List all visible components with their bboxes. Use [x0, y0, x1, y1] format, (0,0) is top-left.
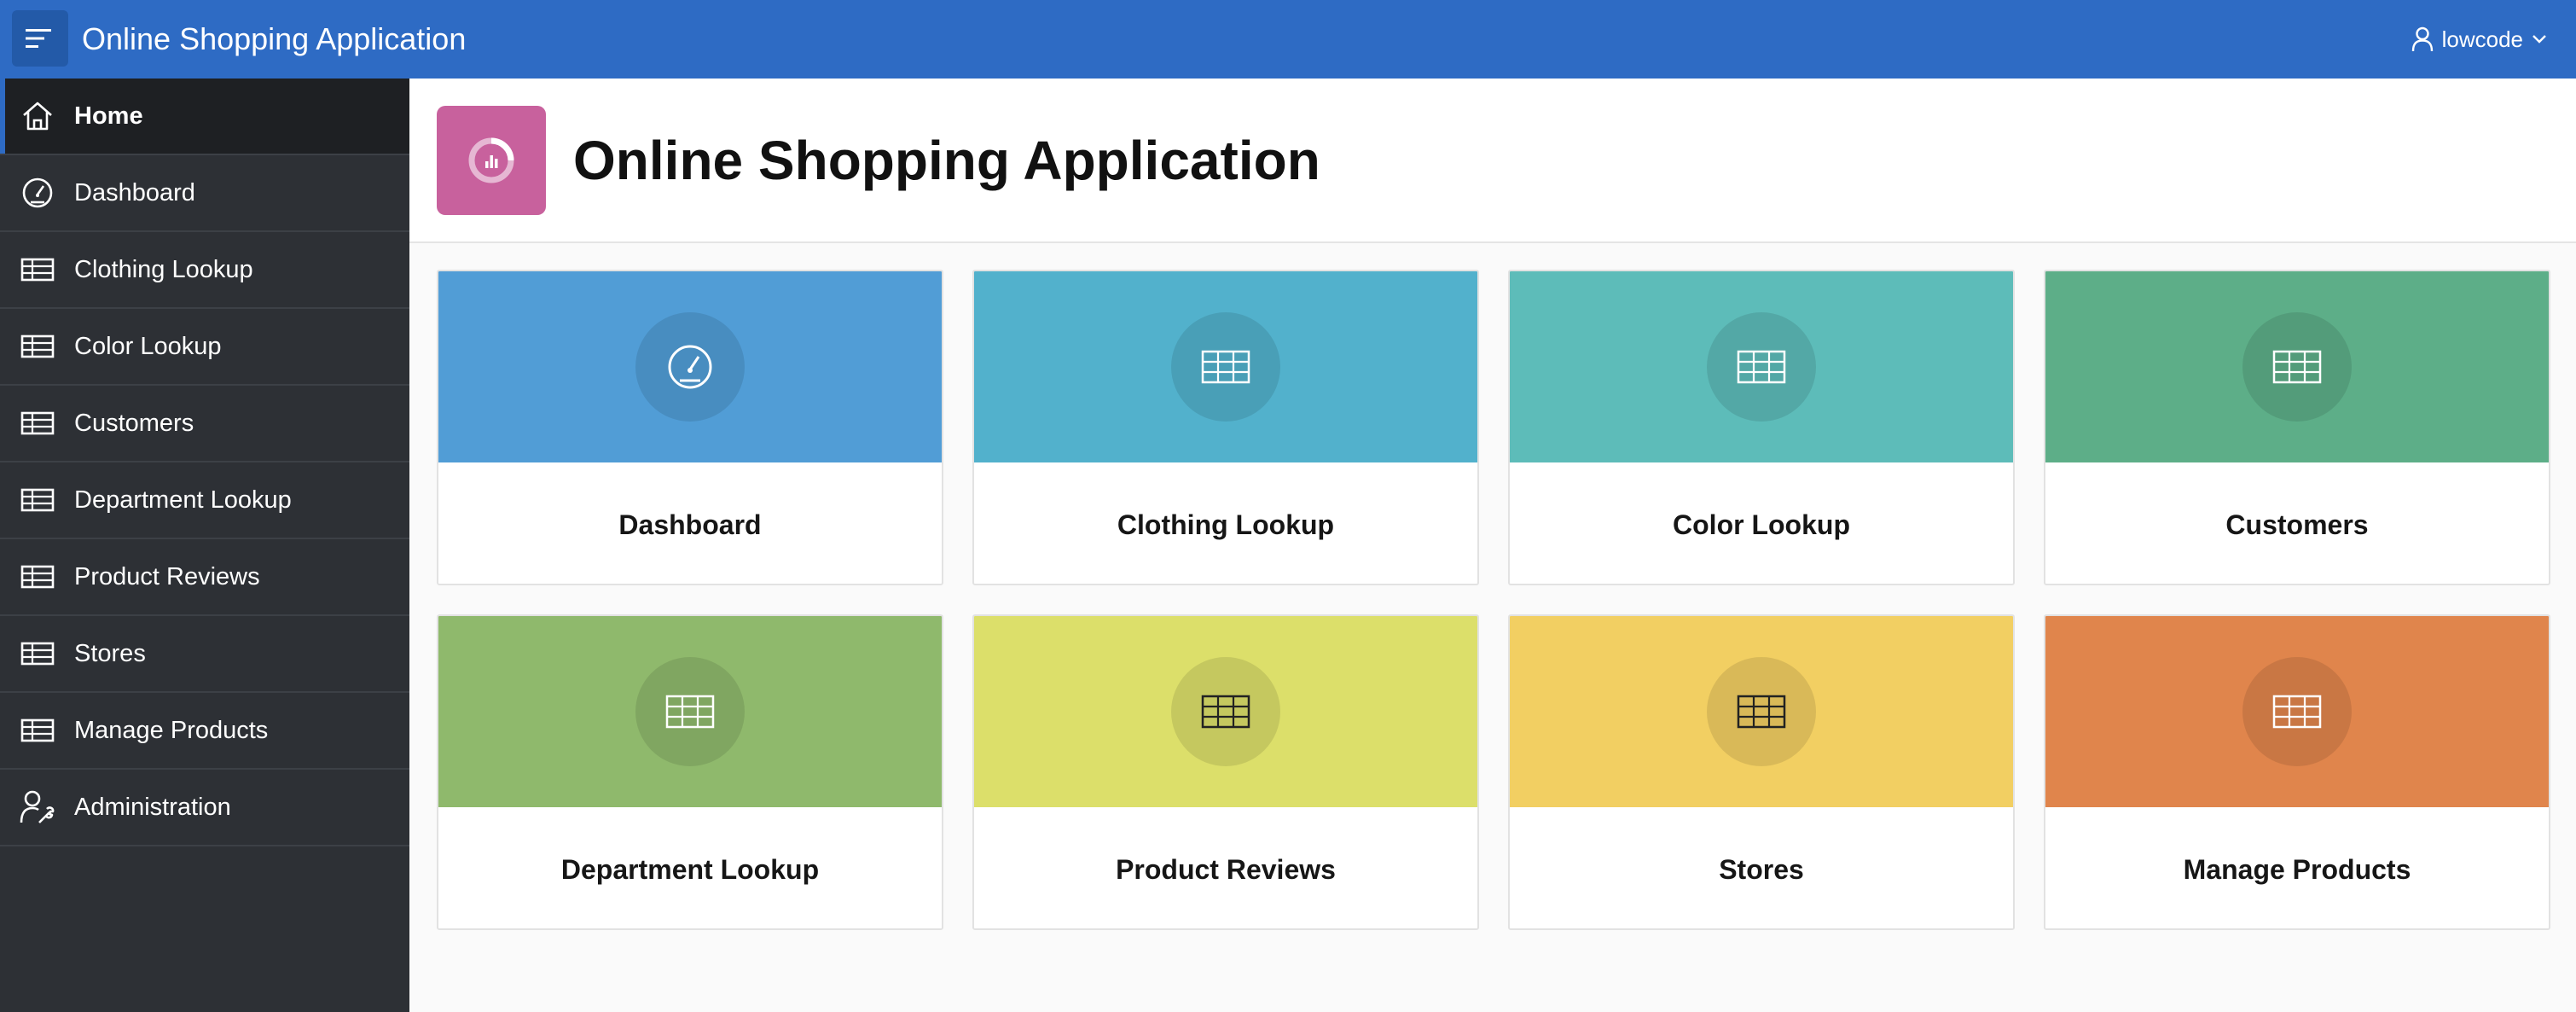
sidebar-item-label: Color Lookup	[74, 332, 222, 360]
card-banner	[2045, 616, 2549, 807]
sidebar-item-label: Customers	[74, 409, 194, 437]
card-stores[interactable]: Stores	[1508, 614, 2015, 930]
card-label: Customers	[2225, 509, 2369, 540]
card-icon-circle	[2242, 312, 2352, 422]
table-icon	[1737, 350, 1786, 384]
card-banner	[1510, 616, 2013, 807]
card-color-lookup[interactable]: Color Lookup	[1508, 270, 2015, 585]
dashboard-icon	[668, 345, 712, 389]
table-icon	[19, 251, 56, 288]
table-icon	[19, 404, 56, 442]
sidebar-item-label: Home	[74, 102, 143, 130]
table-icon	[1201, 350, 1250, 384]
card-icon-circle	[2242, 657, 2352, 766]
user-wrench-icon	[19, 788, 56, 826]
sidebar-item-customers[interactable]: Customers	[0, 386, 409, 462]
sidebar-navigation: Home Dashboard Clothing Lookup Color Loo…	[0, 79, 409, 1012]
card-banner	[1510, 271, 2013, 462]
table-icon	[19, 328, 56, 365]
sidebar-item-dashboard[interactable]: Dashboard	[0, 155, 409, 232]
card-icon-circle	[1171, 312, 1280, 422]
card-banner	[974, 271, 1477, 462]
dashboard-icon	[19, 174, 56, 212]
sidebar-item-label: Department Lookup	[74, 486, 292, 514]
table-icon	[19, 712, 56, 749]
table-icon	[1201, 695, 1250, 729]
menu-toggle-button[interactable]	[12, 10, 68, 67]
table-icon	[19, 635, 56, 672]
card-banner	[974, 616, 1477, 807]
table-icon	[1737, 695, 1786, 729]
card-label: Manage Products	[2183, 853, 2411, 885]
card-department-lookup[interactable]: Department Lookup	[437, 614, 943, 930]
app-title[interactable]: Online Shopping Application	[82, 0, 466, 79]
card-icon-circle	[635, 657, 745, 766]
card-clothing-lookup[interactable]: Clothing Lookup	[972, 270, 1479, 585]
sidebar-item-administration[interactable]: Administration	[0, 770, 409, 846]
card-product-reviews[interactable]: Product Reviews	[972, 614, 1479, 930]
card-icon-circle	[1707, 312, 1816, 422]
user-menu[interactable]: lowcode	[2411, 0, 2547, 79]
card-label: Stores	[1719, 853, 1804, 885]
card-label: Color Lookup	[1673, 509, 1850, 540]
user-name: lowcode	[2441, 26, 2523, 52]
sidebar-item-manage-products[interactable]: Manage Products	[0, 693, 409, 770]
card-icon-circle	[635, 312, 745, 422]
table-icon	[2272, 695, 2322, 729]
card-label: Clothing Lookup	[1117, 509, 1335, 540]
sidebar-item-label: Product Reviews	[74, 562, 260, 590]
card-customers[interactable]: Customers	[2044, 270, 2550, 585]
page-header: Online Shopping Application	[409, 79, 2576, 243]
sidebar-item-label: Dashboard	[74, 178, 195, 206]
sidebar-item-label: Administration	[74, 793, 231, 821]
table-icon	[665, 695, 715, 729]
card-label: Product Reviews	[1116, 853, 1336, 885]
card-dashboard[interactable]: Dashboard	[437, 270, 943, 585]
card-banner	[438, 271, 942, 462]
table-icon	[19, 558, 56, 596]
home-icon	[19, 97, 56, 135]
hamburger-menu-icon	[26, 29, 51, 48]
top-navigation-bar: Online Shopping Application lowcode	[0, 0, 2576, 79]
sidebar-item-label: Clothing Lookup	[74, 255, 253, 283]
sidebar-item-stores[interactable]: Stores	[0, 616, 409, 693]
card-label: Department Lookup	[560, 853, 820, 885]
sidebar-item-home[interactable]: Home	[0, 79, 409, 155]
card-icon-circle	[1171, 657, 1280, 766]
main-content: Online Shopping Application Dashboard Cl…	[409, 79, 2576, 1012]
user-icon	[2411, 26, 2433, 52]
sidebar-item-label: Manage Products	[74, 716, 269, 744]
page-title: Online Shopping Application	[573, 130, 1320, 191]
card-banner	[438, 616, 942, 807]
sidebar-item-label: Stores	[74, 639, 146, 667]
card-manage-products[interactable]: Manage Products	[2044, 614, 2550, 930]
card-label: Dashboard	[618, 509, 762, 540]
card-banner	[2045, 271, 2549, 462]
card-icon-circle	[1707, 657, 1816, 766]
app-chart-icon	[437, 106, 546, 215]
chevron-down-icon	[2532, 35, 2546, 44]
sidebar-item-department-lookup[interactable]: Department Lookup	[0, 462, 409, 539]
sidebar-item-color-lookup[interactable]: Color Lookup	[0, 309, 409, 386]
table-icon	[19, 481, 56, 519]
table-icon	[2272, 350, 2322, 384]
sidebar-item-clothing-lookup[interactable]: Clothing Lookup	[0, 232, 409, 309]
sidebar-item-product-reviews[interactable]: Product Reviews	[0, 539, 409, 616]
